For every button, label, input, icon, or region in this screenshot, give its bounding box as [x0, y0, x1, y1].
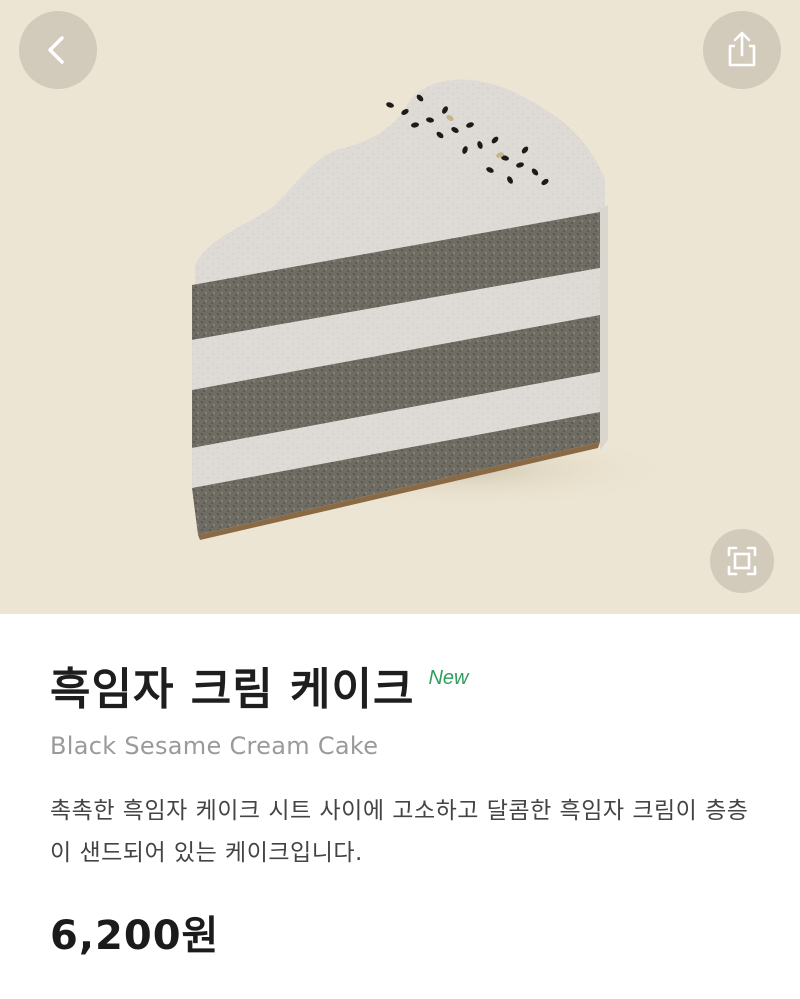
product-image	[192, 79, 680, 540]
share-button[interactable]	[703, 11, 781, 89]
product-price: 6,200원	[50, 913, 220, 959]
product-detail-page: 흑임자 크림 케이크 New Black Sesame Cream Cake 촉…	[0, 0, 800, 999]
zoom-button[interactable]	[710, 529, 774, 593]
title-row: 흑임자 크림 케이크 New	[50, 660, 469, 720]
product-image-area	[0, 0, 800, 614]
expand-icon	[727, 546, 757, 576]
chevron-left-icon	[48, 36, 64, 64]
product-title: 흑임자 크림 케이크	[50, 664, 415, 715]
product-description: 촉촉한 흑임자 케이크 시트 사이에 고소하고 달콤한 흑임자 크림이 층층이 …	[50, 798, 749, 866]
new-badge: New	[428, 667, 469, 689]
back-button[interactable]	[19, 11, 97, 89]
share-icon	[728, 31, 756, 67]
product-english-name: Black Sesame Cream Cake	[50, 732, 379, 760]
